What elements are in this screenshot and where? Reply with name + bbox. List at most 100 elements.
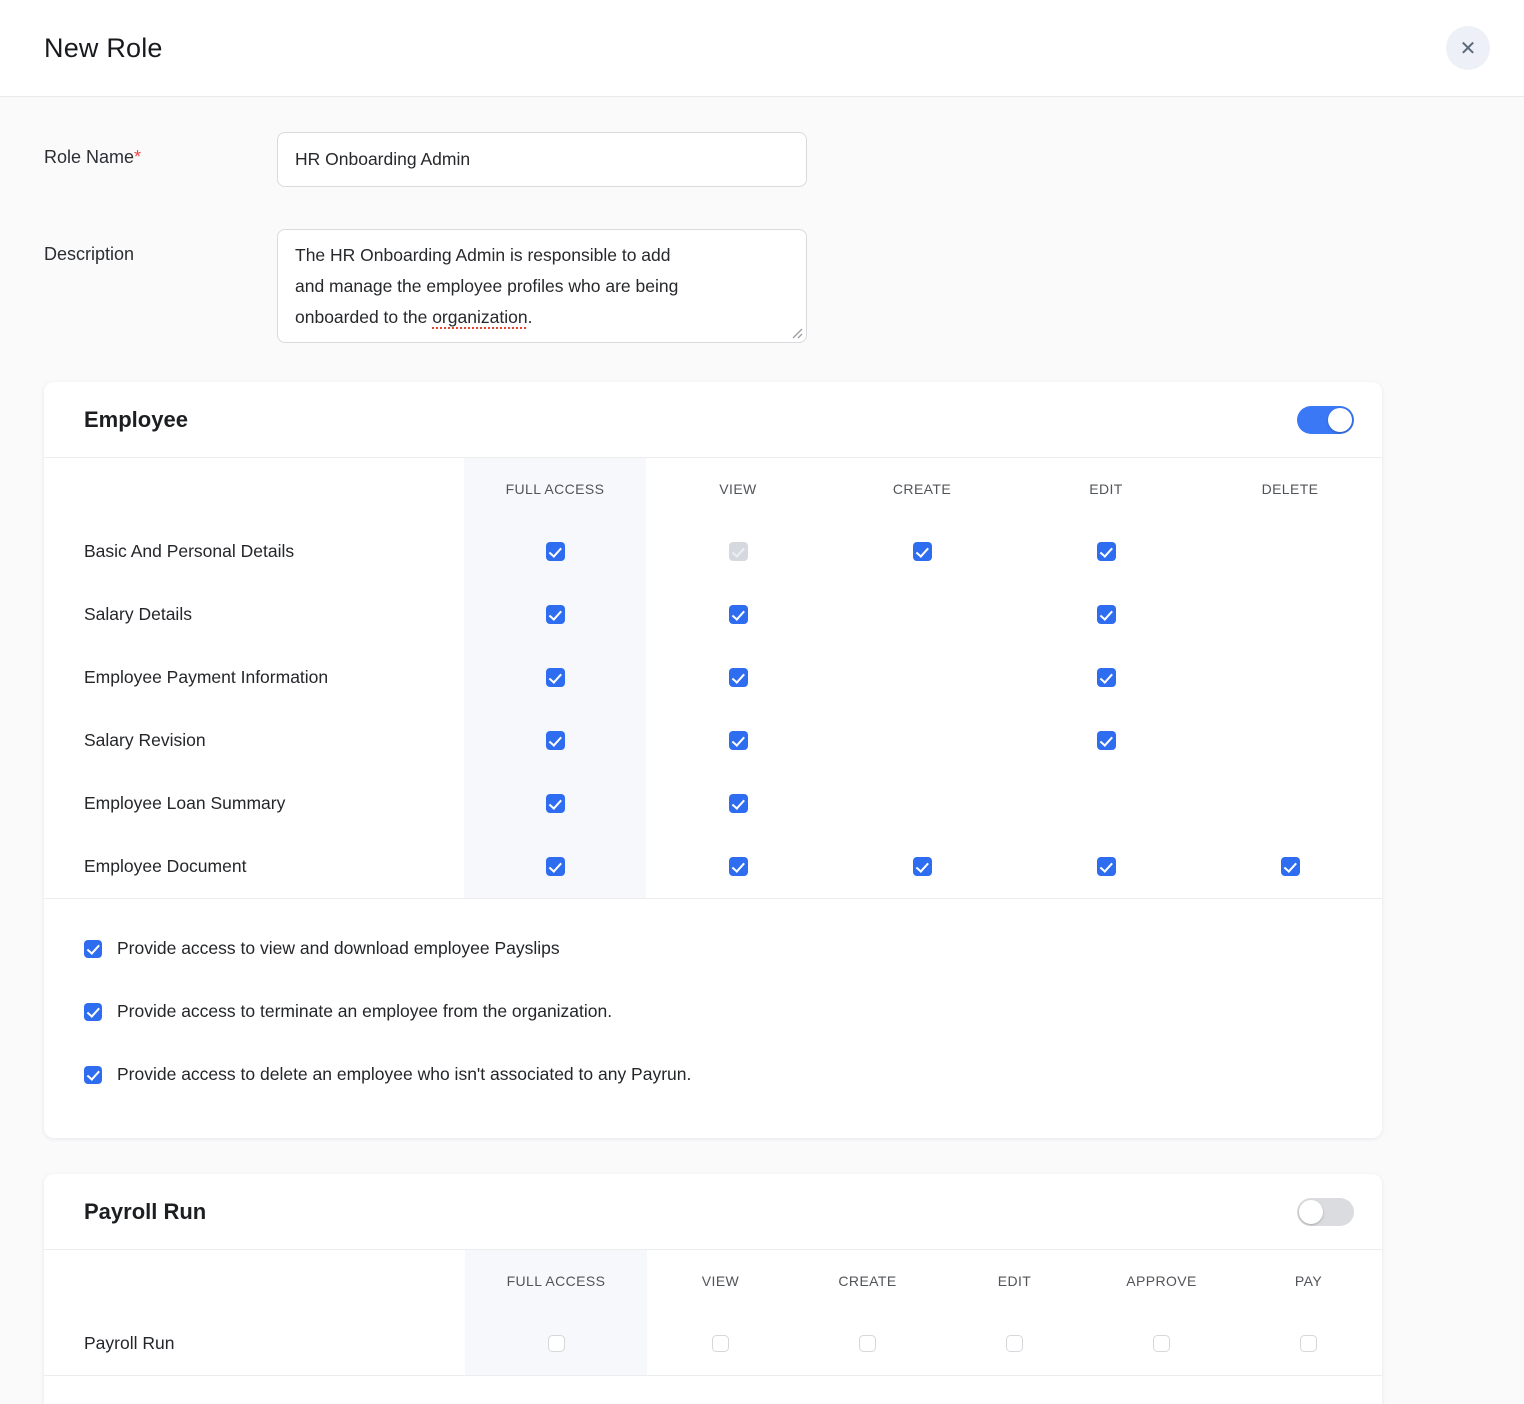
permission-cell (830, 646, 1014, 709)
checkbox-checked[interactable] (1097, 731, 1116, 750)
permission-cell (1014, 646, 1198, 709)
table-row: Payroll Run (44, 1312, 1382, 1375)
checkbox-checked[interactable] (546, 668, 565, 687)
permission-cell (646, 709, 830, 772)
permission-cell (464, 709, 646, 772)
close-button[interactable]: ✕ (1446, 26, 1490, 70)
checkbox-checked[interactable] (1281, 857, 1300, 876)
column-header: EDIT (941, 1250, 1088, 1312)
payroll-card-header: Payroll Run (44, 1174, 1382, 1250)
permissions-table-header: FULL ACCESSVIEWCREATEEDITDELETE (44, 458, 1382, 520)
permission-cell (646, 520, 830, 583)
payroll-section-toggle[interactable] (1297, 1198, 1354, 1226)
checkbox-checked[interactable] (546, 542, 565, 561)
permission-cell (464, 772, 646, 835)
column-header: PAY (1235, 1250, 1382, 1312)
permission-cell (1014, 772, 1198, 835)
description-row: Description The HR Onboarding Admin is r… (44, 229, 1524, 343)
column-header: FULL ACCESS (465, 1250, 647, 1312)
employee-section-toggle[interactable] (1297, 406, 1354, 434)
role-form: Role Name* Description The HR Onboarding… (0, 97, 1524, 343)
checkbox-unchecked[interactable] (1153, 1335, 1170, 1352)
checkbox-checked[interactable] (913, 542, 932, 561)
permission-cell (830, 772, 1014, 835)
permission-cell (794, 1312, 941, 1375)
checkbox-checked[interactable] (1097, 542, 1116, 561)
column-header: CREATE (794, 1250, 941, 1312)
checkbox-checked[interactable] (84, 1066, 102, 1084)
permission-cell (1198, 646, 1382, 709)
permission-cell (1014, 583, 1198, 646)
dialog-header: New Role ✕ (0, 0, 1524, 97)
permission-cell (1198, 835, 1382, 898)
checkbox-checked[interactable] (729, 605, 748, 624)
checkbox-unchecked[interactable] (712, 1335, 729, 1352)
employee-extra-options: Provide access to view and download empl… (44, 899, 1382, 1138)
column-header: FULL ACCESS (464, 458, 646, 520)
payroll-section-title: Payroll Run (84, 1199, 206, 1225)
checkbox-checked[interactable] (546, 605, 565, 624)
permissions-table-body: Payroll Run (44, 1312, 1382, 1376)
role-name-row: Role Name* (44, 132, 1524, 187)
extra-option-row[interactable]: Provide access to view and download empl… (84, 917, 1382, 980)
column-header: EDIT (1014, 458, 1198, 520)
permission-cell (464, 583, 646, 646)
extra-option-row[interactable]: Provide access to terminate an employee … (84, 980, 1382, 1043)
checkbox-unchecked[interactable] (1006, 1335, 1023, 1352)
permission-cell (647, 1312, 794, 1375)
permission-cell (1014, 520, 1198, 583)
role-name-label: Role Name* (44, 132, 277, 168)
description-textarea[interactable]: The HR Onboarding Admin is responsible t… (277, 229, 807, 343)
checkbox-checked[interactable] (729, 731, 748, 750)
permission-cell (464, 835, 646, 898)
permission-cell (1198, 583, 1382, 646)
role-name-input[interactable] (277, 132, 807, 187)
resize-handle-icon[interactable] (791, 327, 803, 339)
checkbox-checked[interactable] (729, 857, 748, 876)
checkbox-checked[interactable] (84, 1003, 102, 1021)
checkbox-checked[interactable] (546, 857, 565, 876)
row-label: Employee Payment Information (44, 667, 464, 688)
required-asterisk: * (134, 147, 141, 167)
table-row: Employee Document (44, 835, 1382, 898)
checkbox-checked[interactable] (729, 668, 748, 687)
column-header: CREATE (830, 458, 1014, 520)
close-icon: ✕ (1460, 36, 1477, 61)
row-label: Salary Revision (44, 730, 464, 751)
table-row: Salary Details (44, 583, 1382, 646)
extra-option-row[interactable]: Provide access to delete an employee who… (84, 1043, 1382, 1106)
employee-section-title: Employee (84, 407, 188, 433)
permission-cell (646, 772, 830, 835)
extra-option-label: Provide access to terminate an employee … (117, 1001, 612, 1022)
permission-cell (464, 646, 646, 709)
checkbox-checked[interactable] (1097, 857, 1116, 876)
extra-option-label: Provide access to view and download empl… (117, 938, 560, 959)
checkbox-checked[interactable] (1097, 668, 1116, 687)
row-label: Employee Document (44, 856, 464, 877)
checkbox-checked[interactable] (913, 857, 932, 876)
checkbox-checked[interactable] (84, 940, 102, 958)
permission-cell (1198, 709, 1382, 772)
page-title: New Role (44, 33, 163, 64)
checkbox-unchecked[interactable] (548, 1335, 565, 1352)
table-row: Employee Payment Information (44, 646, 1382, 709)
permission-cell (1198, 520, 1382, 583)
table-row: Salary Revision (44, 709, 1382, 772)
column-header: DELETE (1198, 458, 1382, 520)
permission-cell (1014, 709, 1198, 772)
checkbox-checked[interactable] (546, 731, 565, 750)
checkbox-unchecked[interactable] (859, 1335, 876, 1352)
checkbox-checked[interactable] (1097, 605, 1116, 624)
employee-card-header: Employee (44, 382, 1382, 458)
permission-cell (830, 520, 1014, 583)
row-label: Employee Loan Summary (44, 793, 464, 814)
row-label: Basic And Personal Details (44, 541, 464, 562)
permission-cell (464, 520, 646, 583)
permission-cell (941, 1312, 1088, 1375)
column-header: APPROVE (1088, 1250, 1235, 1312)
checkbox-unchecked[interactable] (1300, 1335, 1317, 1352)
permission-cell (465, 1312, 647, 1375)
checkbox-checked[interactable] (546, 794, 565, 813)
checkbox-checked[interactable] (729, 794, 748, 813)
description-label: Description (44, 229, 277, 265)
